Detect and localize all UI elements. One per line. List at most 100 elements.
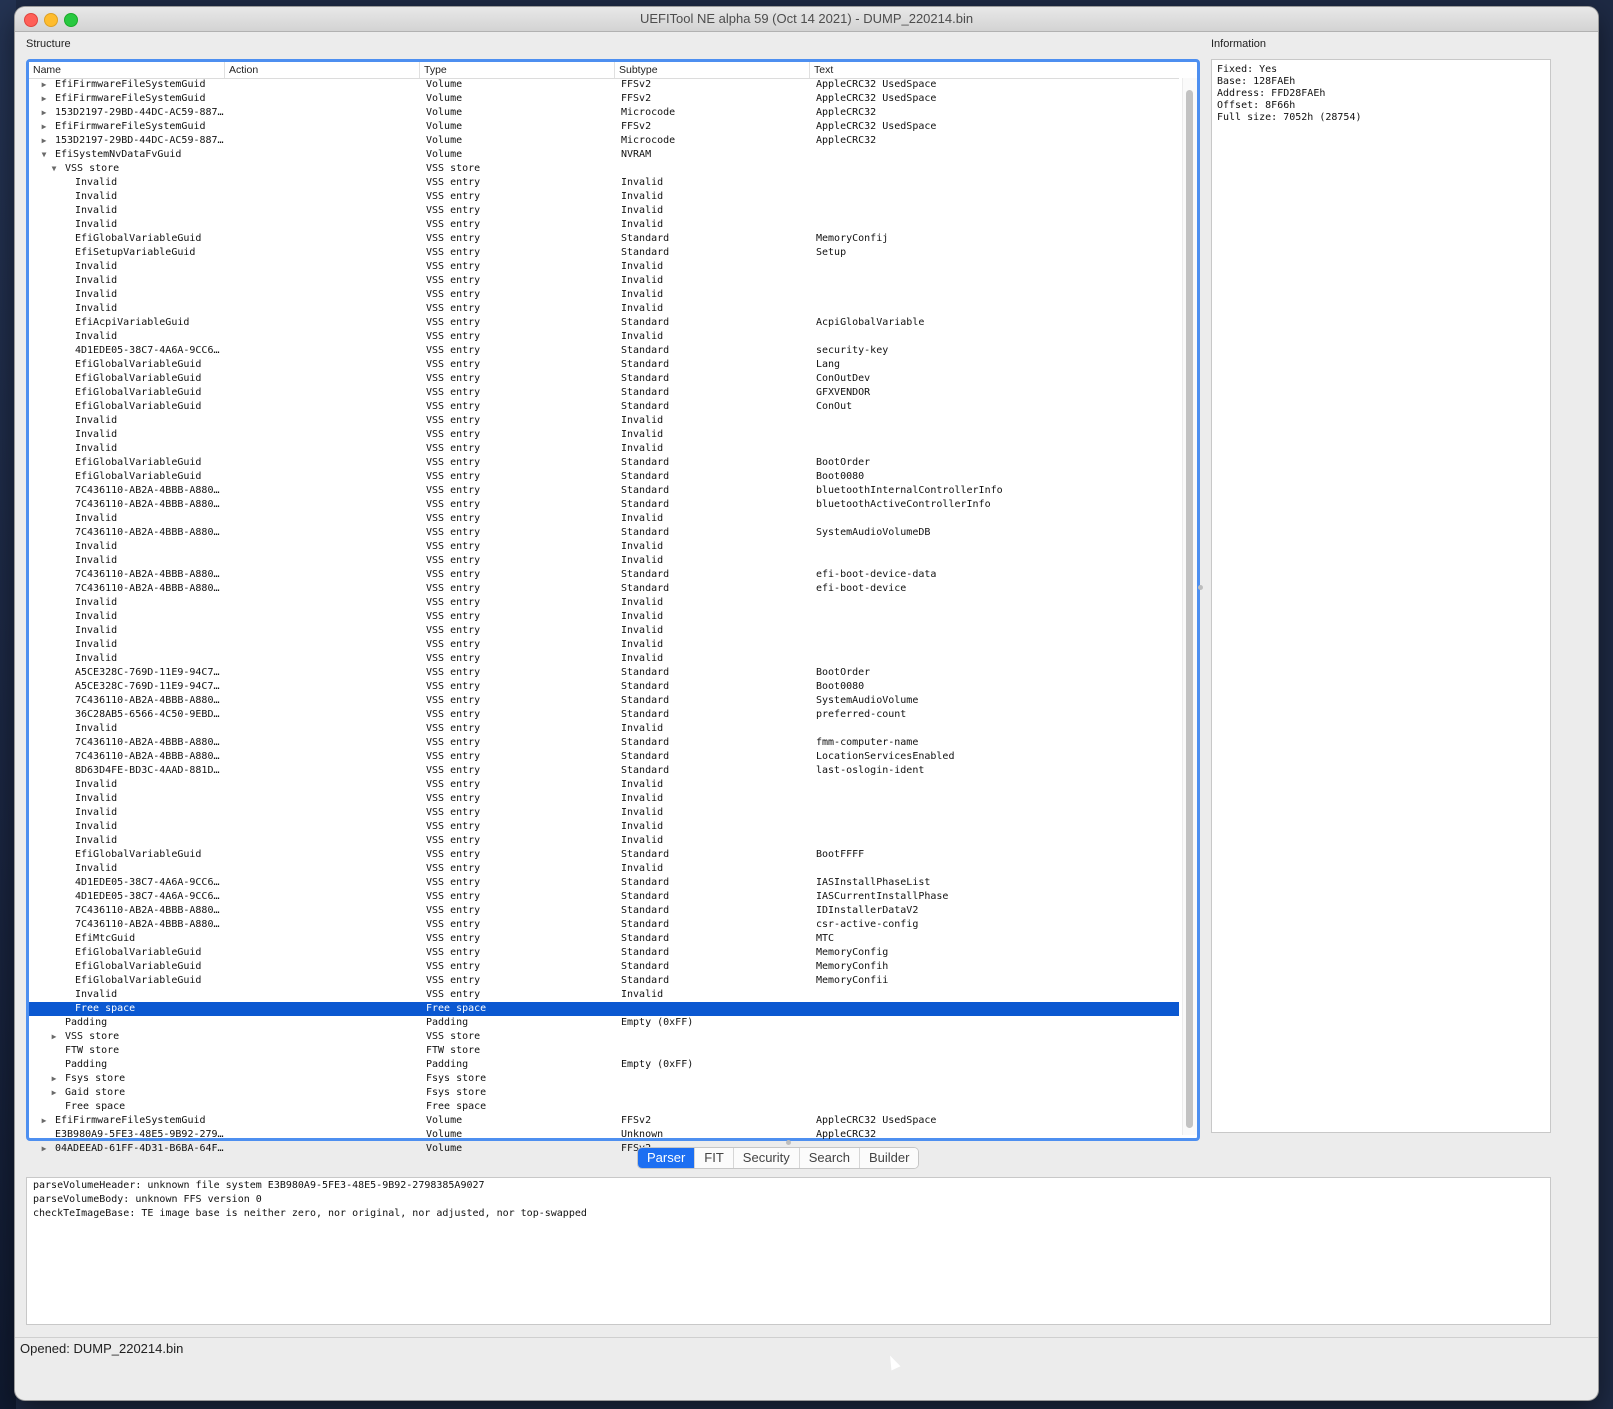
tree-row[interactable]: EfiGlobalVariableGuid VSS entry Standard Me…: [29, 232, 1179, 246]
tree-row[interactable]: ▶ EfiFirmwareFileSystemGuid Volume FFSv2 App…: [29, 78, 1179, 92]
tree-row[interactable]: Invalid VSS entry Invalid: [29, 204, 1179, 218]
column-header-subtype[interactable]: Subtype: [614, 62, 809, 78]
tree-row[interactable]: Invalid VSS entry Invalid: [29, 806, 1179, 820]
collapsed-arrow-icon[interactable]: ▶: [39, 106, 49, 120]
tab-builder[interactable]: Builder: [858, 1148, 919, 1168]
tree-row[interactable]: Invalid VSS entry Invalid: [29, 218, 1179, 232]
tree-row[interactable]: ▶ 153D2197-29BD-44DC-AC59-887… Volume Micro…: [29, 106, 1179, 120]
tree-row[interactable]: EfiGlobalVariableGuid VSS entry Standard La…: [29, 358, 1179, 372]
tree-row[interactable]: 4D1EDE05-38C7-4A6A-9CC6… VSS entry Standar…: [29, 876, 1179, 890]
tree-row[interactable]: 7C436110-AB2A-4BBB-A880… VSS entry Standar…: [29, 526, 1179, 540]
tree-row[interactable]: Invalid VSS entry Invalid: [29, 652, 1179, 666]
tree-row[interactable]: EfiGlobalVariableGuid VSS entry Standard Me…: [29, 974, 1179, 988]
collapsed-arrow-icon[interactable]: ▶: [39, 1114, 49, 1128]
tree-row[interactable]: Invalid VSS entry Invalid: [29, 428, 1179, 442]
tree-row[interactable]: ▶ EfiFirmwareFileSystemGuid Volume FFSv2 App…: [29, 92, 1179, 106]
message-line[interactable]: parseVolumeBody: unknown FFS version 0: [27, 1193, 1550, 1207]
message-line[interactable]: checkTeImageBase: TE image base is neith…: [27, 1207, 1550, 1221]
tree-row[interactable]: Invalid VSS entry Invalid: [29, 512, 1179, 526]
collapsed-arrow-icon[interactable]: ▶: [39, 120, 49, 134]
collapsed-arrow-icon[interactable]: ▶: [49, 1072, 59, 1086]
horizontal-splitter-handle[interactable]: [786, 1140, 791, 1145]
collapsed-arrow-icon[interactable]: ▶: [39, 92, 49, 106]
structure-tree[interactable]: Name Action Type Subtype Text ▶ EfiFirmwa…: [26, 59, 1200, 1154]
column-header-name[interactable]: Name: [29, 62, 224, 78]
collapsed-arrow-icon[interactable]: ▶: [39, 78, 49, 92]
collapsed-arrow-icon[interactable]: ▶: [49, 1086, 59, 1100]
tree-row[interactable]: EfiGlobalVariableGuid VSS entry Standard Co…: [29, 372, 1179, 386]
column-header-type[interactable]: Type: [419, 62, 614, 78]
tree-row[interactable]: Invalid VSS entry Invalid: [29, 274, 1179, 288]
tree-row[interactable]: ▶ EfiFirmwareFileSystemGuid Volume FFSv2 App…: [29, 120, 1179, 134]
collapsed-arrow-icon[interactable]: ▶: [39, 1142, 49, 1156]
tree-row[interactable]: EfiGlobalVariableGuid VSS entry Standard Co…: [29, 400, 1179, 414]
tree-row[interactable]: ▼ VSS store VSS store: [29, 162, 1179, 176]
tree-row[interactable]: Invalid VSS entry Invalid: [29, 414, 1179, 428]
tree-row[interactable]: 7C436110-AB2A-4BBB-A880… VSS entry Standar…: [29, 918, 1179, 932]
tree-row[interactable]: 7C436110-AB2A-4BBB-A880… VSS entry Standar…: [29, 498, 1179, 512]
tree-row[interactable]: ▶ VSS store VSS store: [29, 1030, 1179, 1044]
tree-row[interactable]: Invalid VSS entry Invalid: [29, 862, 1179, 876]
tree-row[interactable]: 7C436110-AB2A-4BBB-A880… VSS entry Standar…: [29, 568, 1179, 582]
tree-row[interactable]: FTW store FTW store: [29, 1044, 1179, 1058]
tree-row[interactable]: Free space Free space: [29, 1002, 1179, 1016]
tree-row[interactable]: Invalid VSS entry Invalid: [29, 722, 1179, 736]
tree-row[interactable]: EfiGlobalVariableGuid VSS entry Standard Bo…: [29, 456, 1179, 470]
tree-row[interactable]: Padding Padding Empty (0xFF): [29, 1016, 1179, 1030]
tree-row[interactable]: Invalid VSS entry Invalid: [29, 988, 1179, 1002]
tree-row[interactable]: EfiGlobalVariableGuid VSS entry Standard Bo…: [29, 848, 1179, 862]
tree-row[interactable]: EfiGlobalVariableGuid VSS entry Standard Bo…: [29, 470, 1179, 484]
message-line[interactable]: parseVolumeHeader: unknown file system E…: [27, 1179, 1550, 1193]
tab-fit[interactable]: FIT: [694, 1148, 733, 1168]
column-header-action[interactable]: Action: [224, 62, 419, 78]
collapsed-arrow-icon[interactable]: ▶: [49, 1030, 59, 1044]
tree-row[interactable]: 7C436110-AB2A-4BBB-A880… VSS entry Standar…: [29, 484, 1179, 498]
tree-row[interactable]: Invalid VSS entry Invalid: [29, 778, 1179, 792]
tree-row[interactable]: EfiGlobalVariableGuid VSS entry Standard GF…: [29, 386, 1179, 400]
tree-row[interactable]: 7C436110-AB2A-4BBB-A880… VSS entry Standar…: [29, 582, 1179, 596]
tree-row[interactable]: ▼ EfiSystemNvDataFvGuid Volume NVRAM: [29, 148, 1179, 162]
column-header-text[interactable]: Text: [809, 62, 1179, 78]
tree-row[interactable]: 7C436110-AB2A-4BBB-A880… VSS entry Standar…: [29, 736, 1179, 750]
tree-row[interactable]: Invalid VSS entry Invalid: [29, 288, 1179, 302]
tree-row[interactable]: 36C28AB5-6566-4C50-9EBD… VSS entry Standar…: [29, 708, 1179, 722]
tab-search[interactable]: Search: [798, 1148, 859, 1168]
tree-row[interactable]: 8D63D4FE-BD3C-4AAD-881D… VSS entry Standar…: [29, 764, 1179, 778]
tree-row[interactable]: ▶ 153D2197-29BD-44DC-AC59-887… Volume Micro…: [29, 134, 1179, 148]
vertical-splitter-handle[interactable]: [1198, 585, 1203, 590]
parser-messages-list[interactable]: parseVolumeHeader: unknown file system E…: [26, 1177, 1551, 1325]
tree-row[interactable]: Invalid VSS entry Invalid: [29, 190, 1179, 204]
tree-row[interactable]: Invalid VSS entry Invalid: [29, 260, 1179, 274]
tree-scrollbar-thumb[interactable]: [1186, 90, 1193, 1128]
tree-row[interactable]: Invalid VSS entry Invalid: [29, 820, 1179, 834]
tree-row[interactable]: Invalid VSS entry Invalid: [29, 442, 1179, 456]
expanded-arrow-icon[interactable]: ▼: [39, 148, 49, 162]
tree-row[interactable]: Invalid VSS entry Invalid: [29, 624, 1179, 638]
tree-row[interactable]: Invalid VSS entry Invalid: [29, 540, 1179, 554]
tree-row[interactable]: Invalid VSS entry Invalid: [29, 330, 1179, 344]
tree-row[interactable]: Invalid VSS entry Invalid: [29, 554, 1179, 568]
tree-row[interactable]: A5CE328C-769D-11E9-94C7… VSS entry Standar…: [29, 680, 1179, 694]
tab-parser[interactable]: Parser: [638, 1148, 695, 1168]
tree-row[interactable]: 4D1EDE05-38C7-4A6A-9CC6… VSS entry Standar…: [29, 344, 1179, 358]
tree-row[interactable]: ▶ 04ADEEAD-61FF-4D31-B6BA-64F… Volume FFSv2: [29, 1142, 1179, 1156]
tree-row[interactable]: 7C436110-AB2A-4BBB-A880… VSS entry Standar…: [29, 904, 1179, 918]
tree-row[interactable]: ▶ EfiFirmwareFileSystemGuid Volume FFSv2 App…: [29, 1114, 1179, 1128]
tree-row[interactable]: 7C436110-AB2A-4BBB-A880… VSS entry Standar…: [29, 694, 1179, 708]
tree-row[interactable]: EfiGlobalVariableGuid VSS entry Standard Me…: [29, 960, 1179, 974]
tree-row[interactable]: ▶ Gaid store Fsys store: [29, 1086, 1179, 1100]
tree-row[interactable]: 7C436110-AB2A-4BBB-A880… VSS entry Standar…: [29, 750, 1179, 764]
tree-row[interactable]: Invalid VSS entry Invalid: [29, 596, 1179, 610]
tab-security[interactable]: Security: [732, 1148, 799, 1168]
tree-row[interactable]: Invalid VSS entry Invalid: [29, 302, 1179, 316]
tree-row[interactable]: Invalid VSS entry Invalid: [29, 176, 1179, 190]
tree-row[interactable]: 4D1EDE05-38C7-4A6A-9CC6… VSS entry Standar…: [29, 890, 1179, 904]
tree-row[interactable]: EfiAcpiVariableGuid VSS entry Standard Acpi…: [29, 316, 1179, 330]
tree-row[interactable]: Invalid VSS entry Invalid: [29, 834, 1179, 848]
tree-row[interactable]: Free space Free space: [29, 1100, 1179, 1114]
tree-row[interactable]: Invalid VSS entry Invalid: [29, 638, 1179, 652]
tree-row[interactable]: ▶ Fsys store Fsys store: [29, 1072, 1179, 1086]
tree-scrollbar[interactable]: [1182, 78, 1197, 1135]
tree-row[interactable]: Invalid VSS entry Invalid: [29, 792, 1179, 806]
tree-row[interactable]: Padding Padding Empty (0xFF): [29, 1058, 1179, 1072]
